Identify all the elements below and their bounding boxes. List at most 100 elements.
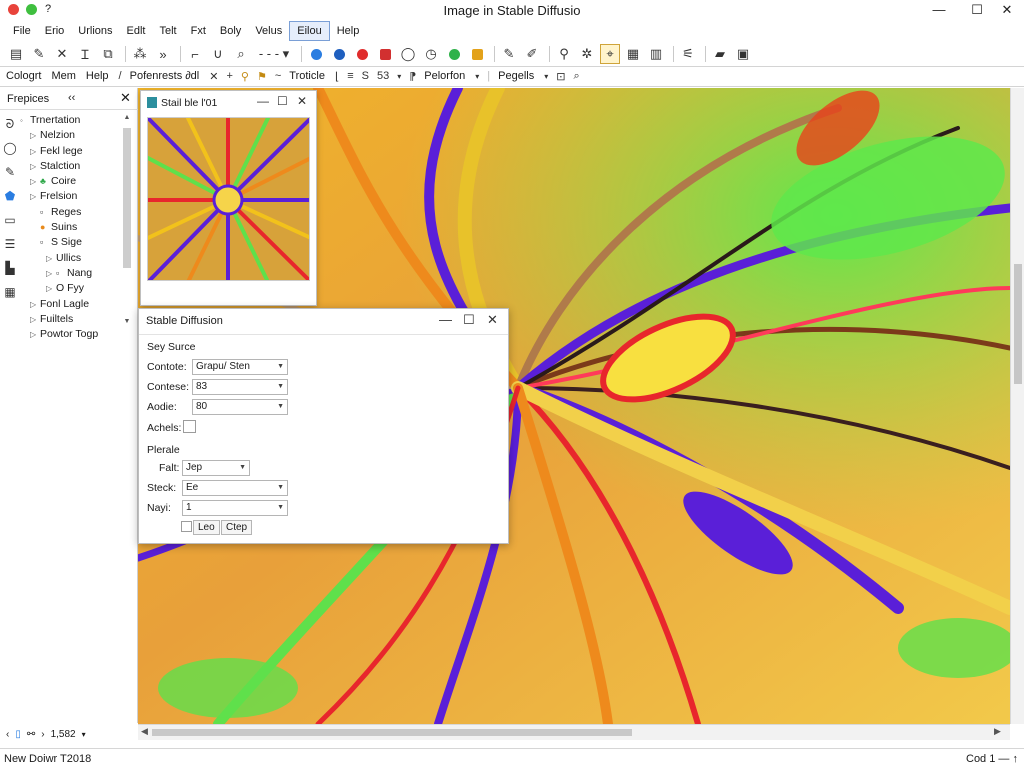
tree-item[interactable]: ▷ Fonl Lagle: [20, 297, 120, 312]
contote-select[interactable]: Grapu/ Sten ▼: [192, 359, 288, 375]
brush-icon[interactable]: ✎: [0, 160, 20, 184]
puzzle-icon[interactable]: ✲: [577, 44, 597, 64]
circle-icon[interactable]: ◯: [0, 136, 20, 160]
bookmark-icon[interactable]: ▯: [15, 729, 21, 740]
tree-arrow-icon[interactable]: ▷: [46, 281, 56, 296]
close-button[interactable]: ✕: [996, 1, 1018, 19]
tree-arrow-icon[interactable]: ▷: [30, 327, 40, 342]
tree-arrow-icon[interactable]: ▷: [30, 297, 40, 312]
horizontal-scroll-thumb[interactable]: [152, 729, 632, 736]
link-icon[interactable]: ⚯: [27, 729, 35, 740]
globe-icon[interactable]: [306, 44, 326, 64]
tree-arrow-icon[interactable]: ▷: [46, 266, 56, 281]
tree-item[interactable]: ▷ Stalction: [20, 159, 120, 174]
image-icon[interactable]: ⊡: [556, 70, 565, 83]
edit-icon[interactable]: ✎: [29, 44, 49, 64]
tree-item[interactable]: ▷ Nelzion: [20, 128, 120, 143]
bracket-icon[interactable]: ⌊: [335, 70, 339, 83]
gold-pin-icon[interactable]: ⚲: [241, 70, 249, 83]
menu-fxt[interactable]: Fxt: [184, 22, 213, 40]
camera-icon[interactable]: ▰: [710, 44, 730, 64]
list-icon[interactable]: ☰: [0, 232, 20, 256]
tree-arrow-icon[interactable]: ▷: [30, 159, 40, 174]
clock-icon[interactable]: ◷: [421, 44, 441, 64]
pelorfon-dropdown[interactable]: Pelorfon: [424, 70, 465, 82]
slash-icon[interactable]: /: [119, 70, 122, 82]
maximize-button[interactable]: ☐: [966, 1, 988, 19]
stable-diffusion-dialog[interactable]: Stable Diffusion — ☐ ✕ Sey Surce Contote…: [138, 308, 509, 544]
preview-minimize-button[interactable]: —: [257, 94, 269, 108]
falt-select[interactable]: Jep ▼: [182, 460, 250, 476]
tree-item[interactable]: ▷ ♣ Coire: [20, 174, 120, 189]
troticle-button[interactable]: Troticle: [289, 70, 325, 82]
panel-close-icon[interactable]: ✕: [120, 90, 131, 106]
tree-arrow-icon[interactable]: ▷: [30, 189, 40, 204]
tree-scrollbar[interactable]: ▲ ▼: [122, 114, 132, 328]
zoom-value[interactable]: 1,582: [51, 729, 76, 740]
lasso-icon[interactable]: ᘐ: [0, 112, 20, 136]
wand-icon[interactable]: ⁂: [130, 44, 150, 64]
tilde-icon[interactable]: ~: [275, 70, 281, 82]
steck-select[interactable]: Ee ▼: [182, 480, 288, 496]
tree-item[interactable]: ◦ Trnertation: [20, 113, 120, 128]
crop-icon[interactable]: ⌐: [185, 44, 205, 64]
next-page-icon[interactable]: ›: [41, 729, 44, 740]
menu-telt[interactable]: Telt: [153, 22, 184, 40]
chevron-down-icon[interactable]: ▾: [544, 72, 548, 81]
gold-tag-icon[interactable]: ⚑: [257, 70, 267, 83]
chevron-down-icon[interactable]: ▾: [82, 730, 86, 739]
pin-icon[interactable]: ⚲: [554, 44, 574, 64]
plus-icon[interactable]: +: [226, 70, 232, 82]
layers-icon[interactable]: ▥: [646, 44, 666, 64]
menu-boly[interactable]: Boly: [213, 22, 248, 40]
cologrt-button[interactable]: Cologrt: [6, 70, 41, 82]
align-icon[interactable]: ≡: [347, 70, 353, 82]
leo-button[interactable]: Leo: [193, 520, 220, 535]
canvas-horizontal-scrollbar[interactable]: ◀ ▶: [138, 724, 1010, 740]
collapse-icon[interactable]: ‹‹: [68, 92, 75, 104]
window-icon[interactable]: ▭: [0, 208, 20, 232]
new-file-icon[interactable]: ▤: [6, 44, 26, 64]
speech-bubble-icon[interactable]: ◯: [398, 44, 418, 64]
selection-tool-icon[interactable]: ⌖: [600, 44, 620, 64]
preferences-button[interactable]: Pofenrests ∂dl: [130, 70, 200, 82]
red-brush-icon[interactable]: [352, 44, 372, 64]
tree-arrow-icon[interactable]: ▷: [30, 144, 40, 159]
tree-item[interactable]: ▫ Reges: [20, 205, 120, 220]
tree-item[interactable]: ▫ S Sige: [20, 235, 120, 250]
eyedropper-icon[interactable]: ⚟: [678, 44, 698, 64]
value-53[interactable]: 53: [377, 70, 389, 82]
close-icon[interactable]: ✕: [52, 44, 72, 64]
tree-item[interactable]: ▷ ▫ Nang: [20, 266, 120, 281]
minimize-button[interactable]: —: [928, 1, 950, 19]
vertical-scroll-thumb[interactable]: [1014, 264, 1022, 384]
tree-item[interactable]: ▷ Ullics: [20, 251, 120, 266]
tree-item[interactable]: ▷ Fuiltels: [20, 312, 120, 327]
tree-item[interactable]: ▷ Powtor Togp: [20, 327, 120, 342]
chevron-down-icon[interactable]: ▾: [397, 72, 401, 81]
copy-icon[interactable]: ⧉: [98, 44, 118, 64]
earth-icon[interactable]: [329, 44, 349, 64]
aodie-select[interactable]: 80 ▼: [192, 399, 288, 415]
menu-file[interactable]: File: [6, 22, 38, 40]
x-icon[interactable]: ✕: [209, 70, 218, 83]
search-icon[interactable]: ⌕: [573, 70, 579, 83]
tree-arrow-icon[interactable]: ◦: [20, 113, 30, 128]
scroll-down-icon[interactable]: ▼: [122, 318, 132, 325]
shield-icon[interactable]: ⬟: [0, 184, 20, 208]
chart-icon[interactable]: ▙: [0, 256, 20, 280]
tree-item[interactable]: ▷ O Fyy: [20, 281, 120, 296]
tree-item[interactable]: ▷ Frelsion: [20, 189, 120, 204]
line-style-dropdown[interactable]: - - - ▾: [254, 44, 294, 64]
dialog-close-button[interactable]: ✕: [487, 312, 498, 328]
menu-velus[interactable]: Velus: [248, 22, 289, 40]
ctep-button[interactable]: Ctep: [221, 520, 253, 535]
dialog-maximize-button[interactable]: ☐: [463, 312, 475, 328]
preview-window[interactable]: Stail ble l'01 — ☐ ✕: [140, 90, 317, 306]
pegells-dropdown[interactable]: Pegells: [498, 70, 534, 82]
scroll-right-icon[interactable]: ▶: [994, 726, 1001, 737]
green-shield-icon[interactable]: [444, 44, 464, 64]
mem-button[interactable]: Mem: [51, 70, 75, 82]
menu-eilou[interactable]: Eilou: [289, 21, 330, 41]
prev-page-icon[interactable]: ‹: [6, 729, 9, 740]
